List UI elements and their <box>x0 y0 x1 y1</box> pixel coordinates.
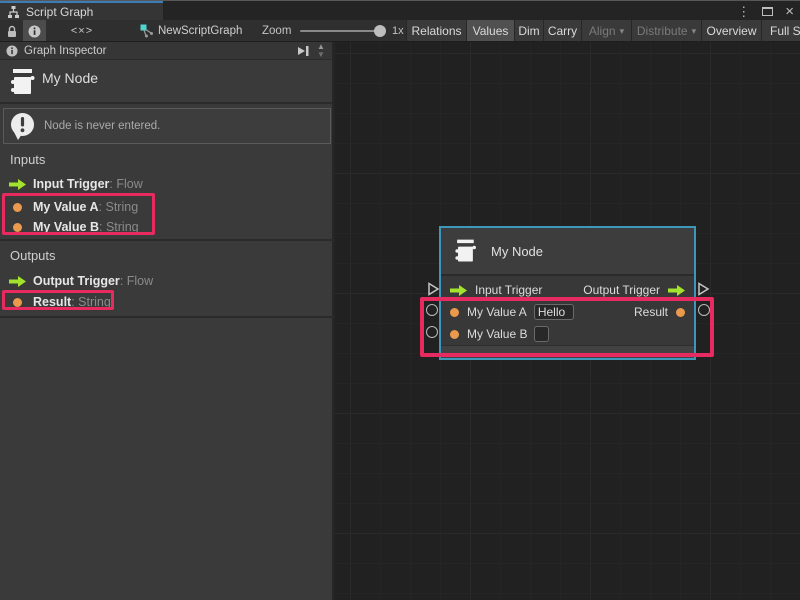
port-name: My Value B <box>33 220 99 234</box>
zoom-label: Zoom <box>262 20 291 42</box>
result-port[interactable] <box>698 304 710 316</box>
graph-inspector-panel: Graph Inspector ▲ ▼ My Node <box>0 42 334 600</box>
node-row-triggers: Input Trigger Output Trigger <box>441 280 694 300</box>
port-row-result[interactable]: Result : String <box>0 294 334 310</box>
inspector-header: Graph Inspector ▲ ▼ <box>0 42 332 60</box>
outputs-section-header: Outputs <box>10 248 56 263</box>
view-button-group: Relations Values Dim Carry Align ▾ Distr… <box>406 20 800 42</box>
value-a-port[interactable] <box>426 304 438 316</box>
window-controls: ⋮ × <box>737 1 794 21</box>
port-name: Input Trigger <box>33 177 109 191</box>
align-label: Align <box>589 24 616 38</box>
caret-down-icon: ▾ <box>620 26 625 37</box>
port-type: : String <box>99 200 139 214</box>
section-divider <box>0 316 334 318</box>
flow-input-port[interactable] <box>427 282 440 301</box>
flow-output-port[interactable] <box>697 282 710 301</box>
dock-panel-icon[interactable] <box>296 45 310 57</box>
tab-bar: Script Graph ⋮ × <box>0 0 800 20</box>
flow-arrow-icon <box>9 276 26 287</box>
port-row-input-trigger[interactable]: Input Trigger : Flow <box>0 176 334 192</box>
scroll-down-icon[interactable]: ▼ <box>317 51 325 59</box>
window-menu-icon[interactable]: ⋮ <box>737 5 750 18</box>
port-name: Result <box>33 295 71 309</box>
value-port-icon <box>13 203 22 212</box>
node-title: My Node <box>491 244 543 259</box>
zoom-slider-handle[interactable] <box>374 25 386 37</box>
zoom-value: 1x <box>392 20 404 42</box>
result-label: Result <box>634 305 668 319</box>
fullscreen-button[interactable]: Full Screen <box>761 20 800 42</box>
inspector-toggle-button[interactable] <box>23 20 46 42</box>
inspector-title: Graph Inspector <box>24 45 106 57</box>
value-port-icon[interactable] <box>450 308 459 317</box>
value-a-label: My Value A <box>467 305 527 319</box>
selected-node-summary: My Node <box>0 60 332 104</box>
tab-script-graph[interactable]: Script Graph <box>0 1 163 21</box>
port-type: : String <box>99 220 139 234</box>
port-row-my-value-b[interactable]: My Value B : String <box>0 219 334 235</box>
port-row-my-value-a[interactable]: My Value A : String <box>0 199 334 215</box>
value-b-port[interactable] <box>426 326 438 338</box>
value-port-icon <box>13 298 22 307</box>
code-icon: <×> <box>71 25 93 37</box>
distribute-label: Distribute <box>637 24 688 38</box>
section-divider <box>0 239 334 241</box>
port-type: : Flow <box>120 274 153 288</box>
warning-text: Node is never entered. <box>44 120 160 132</box>
warning-box: Node is never entered. <box>3 108 331 144</box>
port-row-output-trigger[interactable]: Output Trigger : Flow <box>0 273 334 289</box>
node-row-value-a: My Value A Result <box>441 302 694 322</box>
value-b-label: My Value B <box>467 327 527 341</box>
caret-down-icon: ▾ <box>692 26 697 37</box>
lock-button[interactable] <box>2 20 22 42</box>
panel-scroll-arrows[interactable]: ▲ ▼ <box>314 43 328 59</box>
input-trigger-label: Input Trigger <box>475 283 542 297</box>
close-icon[interactable]: × <box>785 4 794 19</box>
value-port-icon[interactable] <box>676 308 685 317</box>
align-dropdown[interactable]: Align ▾ <box>581 20 631 42</box>
lock-icon <box>6 25 18 38</box>
flow-arrow-icon[interactable] <box>450 285 467 296</box>
node-row-value-b: My Value B <box>441 324 694 344</box>
tab-label: Script Graph <box>26 5 93 19</box>
code-view-button[interactable]: <×> <box>62 20 102 42</box>
output-trigger-label: Output Trigger <box>583 283 660 297</box>
port-name: My Value A <box>33 200 99 214</box>
zoom-slider-track[interactable] <box>300 30 380 32</box>
values-button[interactable]: Values <box>466 20 514 42</box>
flow-arrow-icon[interactable] <box>668 285 685 296</box>
warning-bubble-icon <box>9 112 36 141</box>
distribute-dropdown[interactable]: Distribute ▾ <box>631 20 701 42</box>
script-graph-window: Script Graph ⋮ × <×> <box>0 0 800 600</box>
value-b-input[interactable] <box>534 326 549 342</box>
node-icon <box>9 66 35 98</box>
value-a-input[interactable] <box>534 304 574 320</box>
flow-arrow-icon <box>9 179 26 190</box>
graph-toolbar: <×> NewScriptGraph Zoom 1x Relations Val… <box>0 20 800 42</box>
relations-button[interactable]: Relations <box>406 20 466 42</box>
graph-asset-icon <box>139 20 154 42</box>
inputs-section-header: Inputs <box>10 152 45 167</box>
node-footer <box>441 345 694 358</box>
dim-button[interactable]: Dim <box>514 20 543 42</box>
value-port-icon[interactable] <box>450 330 459 339</box>
value-port-icon <box>13 223 22 232</box>
node-header[interactable]: My Node <box>441 228 694 276</box>
graph-node-my-node[interactable]: My Node Input Trigger Output Trigger My … <box>439 226 696 360</box>
port-type: : String <box>71 295 111 309</box>
script-graph-icon <box>7 6 20 18</box>
info-icon <box>6 45 18 57</box>
maximize-icon[interactable] <box>762 7 773 16</box>
overview-button[interactable]: Overview <box>701 20 761 42</box>
info-icon <box>28 25 41 38</box>
port-name: Output Trigger <box>33 274 120 288</box>
graph-canvas[interactable]: My Node Input Trigger Output Trigger My … <box>334 42 800 600</box>
port-type: : Flow <box>109 177 142 191</box>
inspector-node-title: My Node <box>42 70 98 86</box>
graph-name-label[interactable]: NewScriptGraph <box>158 20 242 42</box>
carry-button[interactable]: Carry <box>543 20 581 42</box>
node-icon <box>453 237 477 265</box>
